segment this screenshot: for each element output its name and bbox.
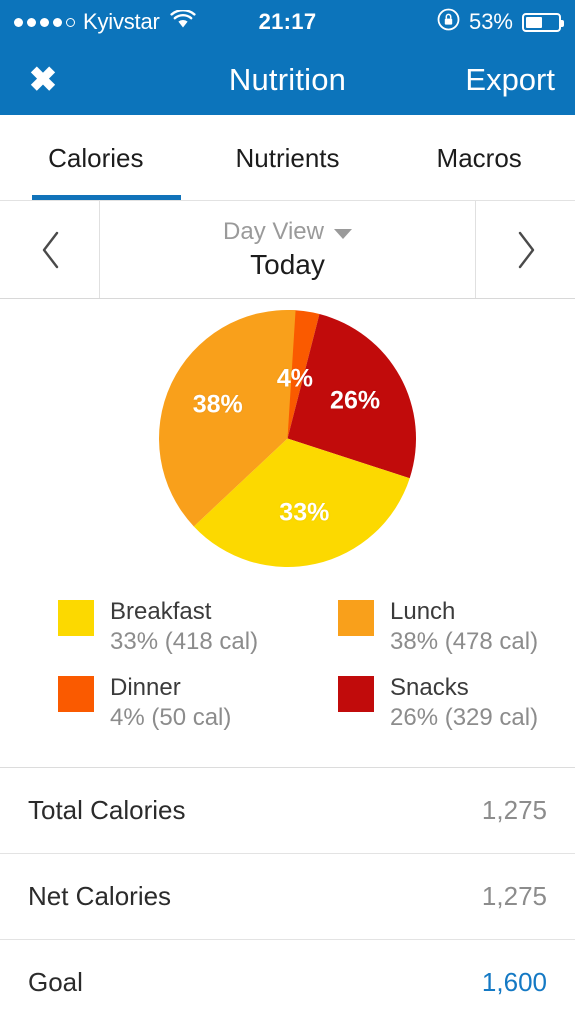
chevron-down-icon [333, 228, 352, 239]
navigation-bar: ✖ Nutrition Export [0, 44, 575, 115]
legend-swatch-icon [338, 676, 374, 712]
battery-percentage: 53% [468, 9, 513, 34]
pie-chart: 4% 26% 33% 38% [158, 309, 416, 567]
battery-icon [522, 12, 564, 32]
pie-label-dinner: 4% [276, 364, 313, 393]
status-bar: Kyivstar 21:17 53% [0, 0, 575, 44]
wifi-icon [170, 8, 196, 35]
legend-detail: 26% (329 cal) [390, 704, 539, 731]
day-view-label: Day View [223, 218, 324, 245]
tab-macros[interactable]: Macros [383, 115, 575, 201]
nutrition-screen: Kyivstar 21:17 53% ✖ Nutrition Export Ca… [0, 0, 575, 1020]
legend-detail: 4% (50 cal) [110, 704, 232, 731]
pie-label-lunch: 38% [192, 390, 243, 419]
summary-label: Total Calories [28, 795, 186, 825]
legend-label: Lunch [390, 598, 456, 625]
previous-day-button[interactable] [0, 201, 99, 298]
summary-value: 1,275 [481, 881, 547, 911]
summary-value: 1,275 [481, 795, 547, 825]
pie-label-snacks: 26% [330, 386, 381, 415]
summary-row-total-calories[interactable]: Total Calories 1,275 [0, 768, 575, 854]
legend-item-snacks[interactable]: Snacks 26% (329 cal) [295, 665, 575, 741]
summary-row-goal[interactable]: Goal 1,600 [0, 940, 575, 1020]
legend-row: Dinner 4% (50 cal) Snacks 26% (329 cal) [0, 665, 575, 741]
legend-swatch-icon [338, 600, 374, 636]
tab-nutrients[interactable]: Nutrients [192, 115, 384, 201]
pie-label-breakfast: 33% [279, 498, 330, 527]
summary-label: Goal [28, 967, 83, 997]
legend-item-breakfast[interactable]: Breakfast 33% (418 cal) [0, 589, 295, 665]
summary-value: 1,600 [481, 967, 547, 997]
rotation-lock-icon [437, 8, 460, 37]
calorie-breakdown-chart: 4% 26% 33% 38% [0, 299, 575, 571]
legend-item-dinner[interactable]: Dinner 4% (50 cal) [0, 665, 295, 741]
carrier-name: Kyivstar [83, 9, 160, 34]
tab-calories[interactable]: Calories [0, 115, 192, 201]
export-button[interactable]: Export [465, 62, 555, 98]
chart-legend: Breakfast 33% (418 cal) Lunch 38% (478 c… [0, 571, 575, 768]
date-view-selector[interactable]: Day View Today [99, 201, 476, 298]
pie-chart-svg [158, 309, 416, 567]
legend-label: Snacks [390, 674, 469, 701]
legend-label: Breakfast [110, 598, 212, 625]
close-icon[interactable]: ✖ [20, 63, 66, 97]
legend-swatch-icon [58, 676, 94, 712]
legend-detail: 33% (418 cal) [110, 628, 259, 655]
status-bar-left: Kyivstar [14, 8, 196, 35]
legend-item-lunch[interactable]: Lunch 38% (478 cal) [295, 589, 575, 665]
date-navigation-bar: Day View Today [0, 201, 575, 299]
legend-row: Breakfast 33% (418 cal) Lunch 38% (478 c… [0, 589, 575, 665]
status-bar-right: 53% [437, 8, 564, 37]
legend-detail: 38% (478 cal) [390, 628, 539, 655]
active-tab-indicator [32, 195, 181, 200]
day-view-dropdown[interactable]: Day View [223, 218, 352, 246]
tab-bar: Calories Nutrients Macros [0, 115, 575, 201]
signal-strength-icon [14, 17, 75, 27]
next-day-button[interactable] [476, 201, 575, 298]
legend-swatch-icon [58, 600, 94, 636]
legend-label: Dinner [110, 674, 181, 701]
summary-label: Net Calories [28, 881, 172, 911]
summary-row-net-calories[interactable]: Net Calories 1,275 [0, 854, 575, 940]
current-date-label: Today [250, 249, 325, 280]
